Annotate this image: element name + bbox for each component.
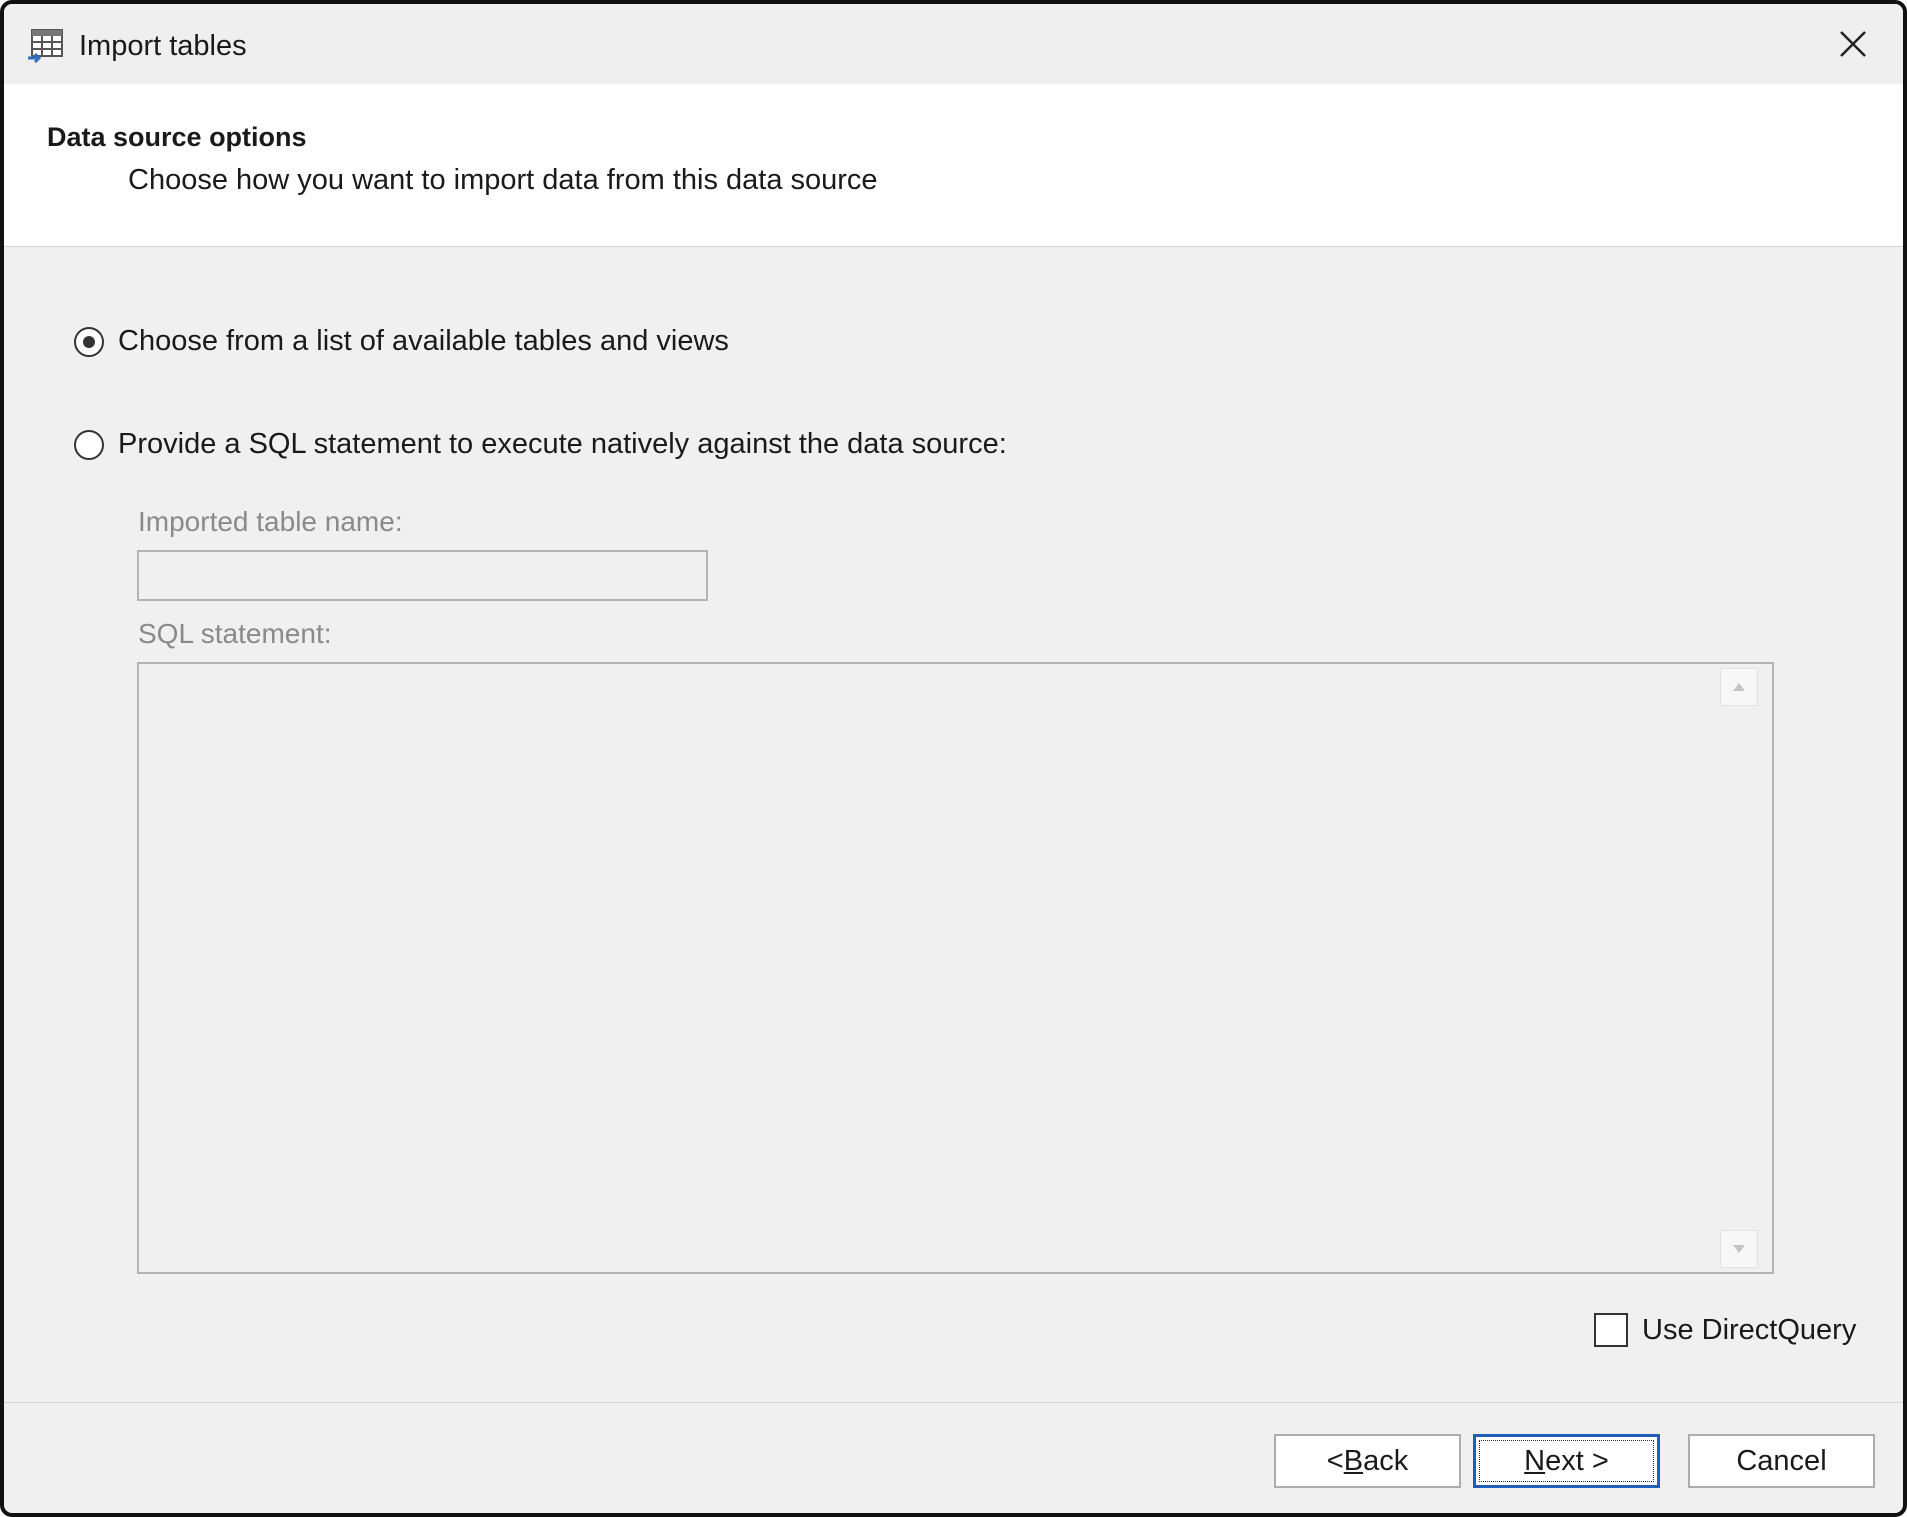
option-sql-statement[interactable]: Provide a SQL statement to execute nativ… — [74, 428, 1007, 461]
radio-table-list[interactable] — [74, 326, 104, 357]
back-mnemonic: B — [1343, 1444, 1364, 1477]
scroll-up-button[interactable] — [1720, 668, 1758, 706]
table-name-label: Imported table name: — [138, 506, 403, 537]
radio-selected-dot — [83, 335, 95, 348]
back-rest: ack — [1363, 1444, 1409, 1477]
sql-statement-textarea[interactable] — [137, 662, 1774, 1274]
option-table-list[interactable]: Choose from a list of available tables a… — [74, 325, 729, 358]
next-button[interactable]: Next > — [1473, 1434, 1660, 1488]
option-table-list-label[interactable]: Choose from a list of available tables a… — [118, 325, 729, 358]
window-title: Import tables — [79, 30, 247, 62]
table-name-input[interactable] — [137, 550, 708, 601]
close-icon — [1840, 31, 1866, 57]
footer-divider — [4, 1402, 1903, 1403]
close-button[interactable] — [1831, 22, 1875, 66]
back-button[interactable]: < Back — [1274, 1434, 1461, 1488]
title-bar: Import tables — [4, 4, 1903, 84]
page-subtitle: Choose how you want to import data from … — [128, 164, 878, 196]
import-tables-dialog: Import tables Data source options Choose… — [0, 0, 1907, 1517]
direct-query-label[interactable]: Use DirectQuery — [1642, 1314, 1856, 1347]
wizard-header: Data source options Choose how you want … — [4, 84, 1903, 247]
next-mnemonic: N — [1524, 1444, 1546, 1477]
page-title: Data source options — [47, 122, 307, 152]
import-table-icon — [28, 29, 63, 64]
next-rest: ext > — [1545, 1444, 1609, 1477]
scroll-up-icon — [1733, 683, 1745, 691]
direct-query-option[interactable]: Use DirectQuery — [1594, 1313, 1856, 1347]
option-sql-statement-label[interactable]: Provide a SQL statement to execute nativ… — [118, 428, 1007, 461]
sql-statement-label: SQL statement: — [138, 618, 332, 649]
direct-query-checkbox[interactable] — [1594, 1313, 1628, 1347]
back-prefix: < — [1326, 1444, 1344, 1477]
scroll-down-icon — [1733, 1245, 1745, 1253]
cancel-button[interactable]: Cancel — [1688, 1434, 1875, 1488]
radio-sql-statement[interactable] — [74, 429, 104, 460]
scroll-down-button[interactable] — [1720, 1230, 1758, 1268]
